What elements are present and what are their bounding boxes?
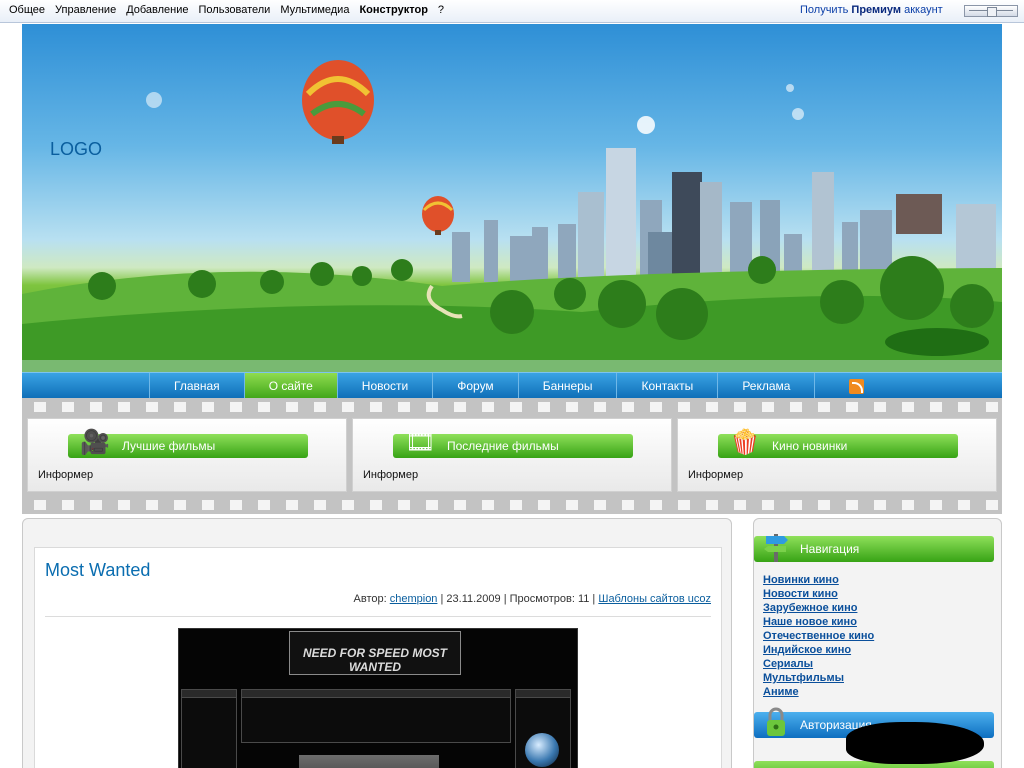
admin-toolbar: Общее Управление Добавление Пользователи… [0,0,1024,23]
sidebar-link-movie-news[interactable]: Новости кино [763,588,838,600]
sidebar-link-domestic-movies[interactable]: Отечественное кино [763,630,874,642]
post-author-label: Автор: [353,593,387,605]
premium-prefix: Получить [800,4,849,16]
signpost-icon [764,534,788,562]
filmstrip-holes-top [22,402,1002,412]
sidebar-link-series[interactable]: Сериалы [763,658,813,670]
sidebar-nav-item: Наше новое кино [763,615,874,629]
informer-latest-films-header[interactable]: 🎞 Последние фильмы [393,429,633,458]
admin-menu-add[interactable]: Добавление [121,4,193,16]
informer-best-films: 🎥 Лучшие фильмы Информер [27,418,347,492]
admin-menu-general[interactable]: Общее [4,4,50,16]
admin-menu-users[interactable]: Пользователи [194,4,276,16]
post-author-link[interactable]: chempion [390,593,438,605]
admin-menu-constructor[interactable]: Конструктор [354,4,432,16]
informer-new-films-text: Информер [688,469,744,481]
informer-latest-films-title: Последние фильмы [447,439,559,453]
informers-filmstrip: 🎥 Лучшие фильмы Информер 🎞 Последние фил… [22,398,1002,514]
main-content: Most Wanted Автор: chempion | 23.11.2009… [22,518,732,768]
admin-menu-help[interactable]: ? [433,4,449,16]
premium-bold: Премиум [851,4,902,16]
sidebar-link-foreign-movies[interactable]: Зарубежное кино [763,602,857,614]
admin-menu: Общее Управление Добавление Пользователи… [4,4,449,16]
sidebar-nav-item: Индийское кино [763,643,874,657]
informer-best-films-title: Лучшие фильмы [122,439,216,453]
sidebar-nav-item: Отечественное кино [763,629,874,643]
main-nav: Главная О сайте Новости Форум Баннеры Ко… [22,372,1002,399]
post-date: | 23.11.2009 | [440,593,507,605]
sidebar-nav-item: Аниме [763,685,874,699]
post-views: Просмотров: 11 | [509,593,596,605]
post-screenshot-image[interactable]: NEED FOR SPEED MOST WANTED [178,628,578,768]
site-header: LOGO [22,24,1002,372]
post-title[interactable]: Most Wanted [45,560,150,581]
site-logo[interactable]: LOGO [50,139,102,160]
informer-latest-films: 🎞 Последние фильмы Информер [352,418,672,492]
post-divider [45,616,711,617]
filmstrip-holes-bottom [22,500,1002,510]
site-wrapper: LOGO Главная О сайте Новости Форум Банне… [22,24,1002,768]
sidebar-nav-item: Зарубежное кино [763,601,874,615]
sidebar-nav-title: Навигация [800,542,860,556]
redaction-scribble [846,722,984,764]
post-category-link[interactable]: Шаблоны сайтов ucoz [598,593,711,605]
nav-ads[interactable]: Реклама [717,373,816,399]
informer-best-films-header[interactable]: 🎥 Лучшие фильмы [68,429,308,458]
sidebar-nav-item: Сериалы [763,657,874,671]
screenshot-orb-graphic [525,733,559,767]
popcorn-icon: 🍿 [730,429,760,456]
sidebar-nav-header: Навигация [754,534,994,562]
informer-latest-films-text: Информер [363,469,419,481]
screenshot-inner-picture [299,755,439,768]
screenshot-center-block [241,689,511,743]
screenshot-logo-text: NEED FOR SPEED MOST WANTED [302,646,448,674]
sidebar-link-new-movies[interactable]: Новинки кино [763,574,839,586]
premium-link[interactable]: Получить Премиум аккаунт [800,4,943,16]
admin-menu-manage[interactable]: Управление [50,4,121,16]
rss-icon[interactable] [849,379,864,394]
sidebar-nav-list: Новинки кино Новости кино Зарубежное кин… [763,573,874,699]
sidebar-link-indian-movies[interactable]: Индийское кино [763,644,851,656]
post-entry: Most Wanted Автор: chempion | 23.11.2009… [34,547,722,768]
screenshot-left-column [181,689,237,768]
header-landscape-image [22,60,1002,372]
informer-new-films: 🍿 Кино новинки Информер [677,418,997,492]
nav-about[interactable]: О сайте [243,373,337,399]
toolbar-toggle-slider[interactable] [964,5,1018,17]
admin-menu-multimedia[interactable]: Мультимедиа [275,4,354,16]
sidebar-nav-item: Новости кино [763,587,874,601]
sidebar-nav-item: Новинки кино [763,573,874,587]
nav-banners[interactable]: Баннеры [517,373,617,399]
sidebar-link-cartoons[interactable]: Мультфильмы [763,672,844,684]
film-projector-icon: 🎥 [80,429,110,456]
nav-news[interactable]: Новости [336,373,432,399]
nav-contacts[interactable]: Контакты [616,373,717,399]
informer-best-films-text: Информер [38,469,94,481]
film-reels-icon: 🎞 [405,429,436,456]
sidebar-link-our-new-movies[interactable]: Наше новое кино [763,616,857,628]
nav-forum[interactable]: Форум [432,373,517,399]
padlock-icon [767,707,785,736]
premium-suffix: аккаунт [904,4,943,16]
sidebar-link-anime[interactable]: Аниме [763,686,799,698]
sidebar-nav-item: Мультфильмы [763,671,874,685]
informer-new-films-header[interactable]: 🍿 Кино новинки [718,429,958,458]
screenshot-logo-area: NEED FOR SPEED MOST WANTED [289,631,461,675]
informer-new-films-title: Кино новинки [772,439,848,453]
post-meta: Автор: chempion | 23.11.2009 | Просмотро… [354,593,711,605]
nav-home[interactable]: Главная [149,373,244,399]
